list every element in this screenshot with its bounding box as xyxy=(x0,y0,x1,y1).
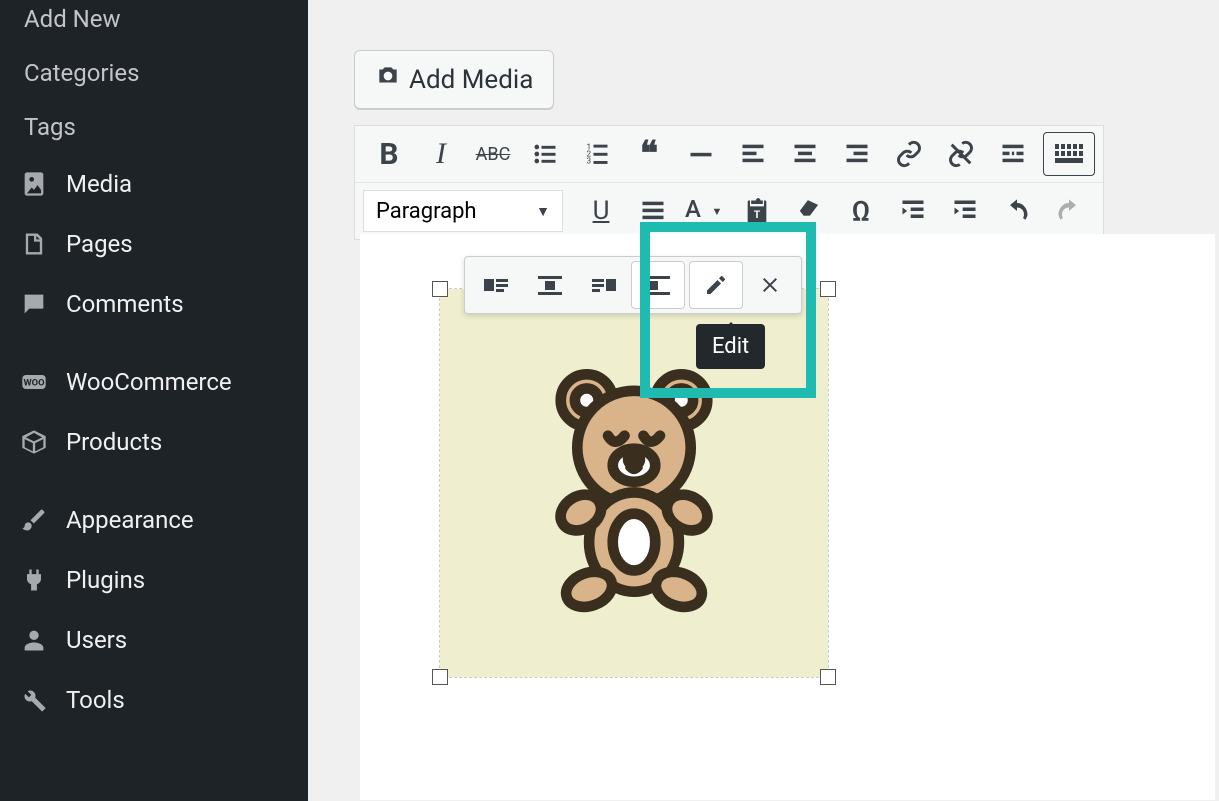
toolbar-row-2: Paragraph ▼ U A ▼ T Ω xyxy=(355,183,1103,239)
bullet-list-button[interactable] xyxy=(519,132,571,176)
sidebar-item-media[interactable]: Media xyxy=(0,154,308,214)
dropdown-icon: ▼ xyxy=(536,203,550,220)
justify-button[interactable] xyxy=(627,189,679,233)
sidebar-label: Plugins xyxy=(66,566,145,594)
comments-icon xyxy=(20,290,48,318)
sidebar-label: Tools xyxy=(66,686,125,714)
align-left-button[interactable] xyxy=(727,132,779,176)
dropdown-icon: ▼ xyxy=(706,205,728,218)
text-color-letter: A xyxy=(682,195,704,227)
text-color-button[interactable]: A ▼ xyxy=(679,189,731,233)
sidebar-label: Categories xyxy=(24,59,140,87)
blockquote-button[interactable]: ❝ xyxy=(623,132,675,176)
tooltip-text: Edit xyxy=(712,334,749,359)
special-character-button[interactable]: Ω xyxy=(835,189,887,233)
redo-button[interactable] xyxy=(1043,189,1095,233)
link-button[interactable] xyxy=(883,132,935,176)
format-select[interactable]: Paragraph ▼ xyxy=(363,190,563,232)
remove-image-button[interactable] xyxy=(743,261,797,309)
products-icon xyxy=(20,428,48,456)
sidebar-item-plugins[interactable]: Plugins xyxy=(0,550,308,610)
sidebar-item-categories[interactable]: Categories xyxy=(0,46,308,100)
unlink-button[interactable] xyxy=(935,132,987,176)
users-icon xyxy=(20,626,48,654)
strikethrough-button[interactable]: ABC xyxy=(467,132,519,176)
sidebar-item-users[interactable]: Users xyxy=(0,610,308,670)
resize-handle-bottom-left[interactable] xyxy=(432,669,448,685)
admin-sidebar: Add New Categories Tags Media Pages Comm… xyxy=(0,0,308,801)
resize-handle-top-left[interactable] xyxy=(432,281,448,297)
align-none-image-button[interactable] xyxy=(631,261,685,309)
sidebar-item-products[interactable]: Products xyxy=(0,412,308,472)
sidebar-label: Tags xyxy=(24,113,76,141)
pages-icon xyxy=(20,230,48,258)
image-content xyxy=(440,289,828,677)
clear-formatting-button[interactable] xyxy=(783,189,835,233)
undo-button[interactable] xyxy=(991,189,1043,233)
add-media-label: Add Media xyxy=(409,65,533,95)
sidebar-item-appearance[interactable]: Appearance xyxy=(0,490,308,550)
read-more-button[interactable] xyxy=(987,132,1039,176)
svg-text:3: 3 xyxy=(587,155,592,165)
underline-button[interactable]: U xyxy=(575,189,627,233)
sidebar-label: Products xyxy=(66,428,162,456)
align-right-button[interactable] xyxy=(831,132,883,176)
appearance-icon xyxy=(20,506,48,534)
italic-button[interactable]: I xyxy=(415,132,467,176)
sidebar-label: Appearance xyxy=(66,506,194,534)
sidebar-label: Users xyxy=(66,626,127,654)
sidebar-label: Comments xyxy=(66,290,184,318)
align-center-button[interactable] xyxy=(779,132,831,176)
sidebar-item-tools[interactable]: Tools xyxy=(0,670,308,730)
camera-icon xyxy=(375,63,401,96)
tools-icon xyxy=(20,686,48,714)
woocommerce-icon: WOO xyxy=(20,368,48,396)
horizontal-rule-button[interactable] xyxy=(675,132,727,176)
editor-toolbar: B I ABC 123 ❝ Paragraph ▼ U A ▼ xyxy=(354,125,1104,240)
sidebar-label: Pages xyxy=(66,230,133,258)
edit-tooltip: Edit xyxy=(696,324,765,369)
sidebar-item-add-new[interactable]: Add New xyxy=(0,0,308,46)
align-left-image-button[interactable] xyxy=(469,261,523,309)
numbered-list-button[interactable]: 123 xyxy=(571,132,623,176)
sidebar-label: Add New xyxy=(24,5,121,33)
teddy-bear-image xyxy=(514,353,754,613)
sidebar-label: WooCommerce xyxy=(66,368,232,396)
align-right-image-button[interactable] xyxy=(577,261,631,309)
add-media-button[interactable]: Add Media xyxy=(354,50,554,109)
align-center-image-button[interactable] xyxy=(523,261,577,309)
edit-image-button[interactable] xyxy=(689,261,743,309)
svg-text:WOO: WOO xyxy=(23,378,45,389)
image-floating-toolbar xyxy=(464,256,802,314)
svg-text:T: T xyxy=(754,208,761,221)
media-icon xyxy=(20,170,48,198)
toolbar-row-1: B I ABC 123 ❝ xyxy=(355,126,1103,183)
resize-handle-bottom-right[interactable] xyxy=(820,669,836,685)
paste-text-button[interactable]: T xyxy=(731,189,783,233)
sidebar-item-tags[interactable]: Tags xyxy=(0,100,308,154)
bold-button[interactable]: B xyxy=(363,132,415,176)
indent-button[interactable] xyxy=(939,189,991,233)
sidebar-item-comments[interactable]: Comments xyxy=(0,274,308,334)
outdent-button[interactable] xyxy=(887,189,939,233)
sidebar-item-pages[interactable]: Pages xyxy=(0,214,308,274)
editor-canvas[interactable]: Edit xyxy=(360,234,1215,800)
selected-image[interactable] xyxy=(439,288,829,678)
format-select-value: Paragraph xyxy=(376,199,477,224)
sidebar-item-woocommerce[interactable]: WOO WooCommerce xyxy=(0,352,308,412)
sidebar-label: Media xyxy=(66,170,132,198)
plugins-icon xyxy=(20,566,48,594)
toolbar-toggle-button[interactable] xyxy=(1043,132,1095,176)
resize-handle-top-right[interactable] xyxy=(820,281,836,297)
